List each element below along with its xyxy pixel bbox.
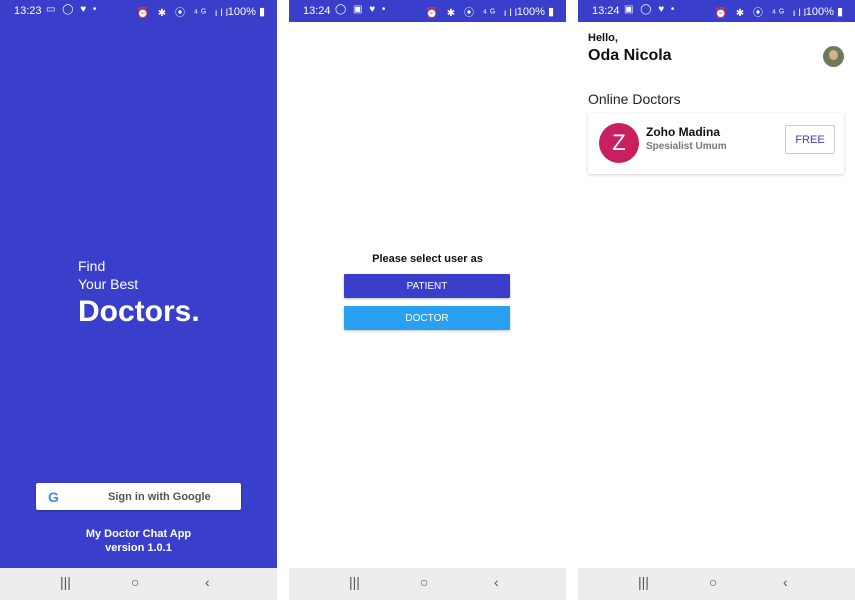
back-icon[interactable]: ‹ bbox=[783, 574, 788, 590]
user-name: Oda Nicola bbox=[588, 47, 672, 64]
status-bar: 13:24 ▣ ◯ ♥ • ⏰ ✱ ⦿ ⁴ᴳ ıll 100% ▮ bbox=[578, 0, 855, 22]
doctor-card[interactable]: Z Zoho Madina Spesialist Umum FREE bbox=[588, 113, 844, 174]
tagline-line-2: Your Best bbox=[78, 276, 139, 292]
home-screen: 13:24 ▣ ◯ ♥ • ⏰ ✱ ⦿ ⁴ᴳ ıll 100% ▮ Hello,… bbox=[578, 0, 855, 600]
select-role-prompt: Please select user as bbox=[372, 253, 483, 265]
greeting: Hello, bbox=[588, 32, 618, 44]
status-time: 13:24 bbox=[303, 5, 331, 17]
battery-icon: 100% ▮ bbox=[805, 6, 843, 18]
free-button[interactable]: FREE bbox=[785, 125, 835, 154]
recent-apps-icon[interactable]: ||| bbox=[60, 574, 71, 590]
avatar-face-icon bbox=[829, 50, 838, 60]
navigation-bar: ||| ○ ‹ bbox=[0, 568, 277, 600]
system-icons: ⏰ ✱ ⦿ ⁴ᴳ ıll bbox=[425, 8, 520, 19]
doctor-button[interactable]: DOCTOR bbox=[344, 306, 510, 330]
home-icon[interactable]: ○ bbox=[131, 574, 139, 590]
patient-button[interactable]: PATIENT bbox=[344, 274, 510, 298]
home-icon[interactable]: ○ bbox=[709, 574, 717, 590]
doctor-name: Zoho Madina bbox=[646, 125, 720, 139]
google-logo-icon: G bbox=[48, 489, 59, 505]
battery-icon: 100% ▮ bbox=[516, 6, 554, 18]
status-time: 13:23 bbox=[14, 5, 42, 17]
profile-avatar[interactable] bbox=[823, 46, 844, 67]
status-bar: 13:24 ◯ ▣ ♥ • ⏰ ✱ ⦿ ⁴ᴳ ıll 100% ▮ bbox=[289, 0, 566, 22]
tagline: Find Your Best bbox=[78, 257, 138, 293]
splash-screen: 13:23 ▭ ◯ ♥ • ⏰ ✱ ⦿ ⁴ᴳ ıll 100% ▮ Find Y… bbox=[0, 0, 277, 600]
navigation-bar: ||| ○ ‹ bbox=[578, 568, 855, 600]
google-sign-in-button[interactable]: G Sign in with Google bbox=[36, 483, 241, 510]
status-time: 13:24 bbox=[592, 5, 620, 17]
system-icons: ⏰ ✱ ⦿ ⁴ᴳ ıll bbox=[136, 8, 231, 19]
notification-icons: ▣ ◯ ♥ • bbox=[624, 4, 677, 15]
home-icon[interactable]: ○ bbox=[420, 574, 428, 590]
recent-apps-icon[interactable]: ||| bbox=[349, 574, 360, 590]
doctor-specialty: Spesialist Umum bbox=[646, 141, 727, 152]
back-icon[interactable]: ‹ bbox=[205, 574, 210, 590]
tagline-line-1: Find bbox=[78, 258, 106, 274]
app-name: My Doctor Chat App bbox=[85, 528, 192, 540]
notification-icons: ▭ ◯ ♥ • bbox=[46, 4, 99, 15]
headline: Doctors. bbox=[78, 295, 200, 328]
back-icon[interactable]: ‹ bbox=[494, 574, 499, 590]
app-version: version 1.0.1 bbox=[105, 542, 172, 554]
doctor-avatar: Z bbox=[599, 123, 639, 163]
notification-icons: ◯ ▣ ♥ • bbox=[335, 4, 388, 15]
recent-apps-icon[interactable]: ||| bbox=[638, 574, 649, 590]
google-sign-in-label: Sign in with Google bbox=[108, 491, 211, 503]
role-select-screen: 13:24 ◯ ▣ ♥ • ⏰ ✱ ⦿ ⁴ᴳ ıll 100% ▮ Please… bbox=[289, 0, 566, 600]
app-info: My Doctor Chat App version 1.0.1 bbox=[0, 527, 277, 555]
navigation-bar: ||| ○ ‹ bbox=[289, 568, 566, 600]
battery-icon: 100% ▮ bbox=[227, 6, 265, 18]
online-doctors-title: Online Doctors bbox=[588, 91, 681, 107]
system-icons: ⏰ ✱ ⦿ ⁴ᴳ ıll bbox=[714, 8, 809, 19]
status-bar: 13:23 ▭ ◯ ♥ • ⏰ ✱ ⦿ ⁴ᴳ ıll 100% ▮ bbox=[0, 0, 277, 22]
